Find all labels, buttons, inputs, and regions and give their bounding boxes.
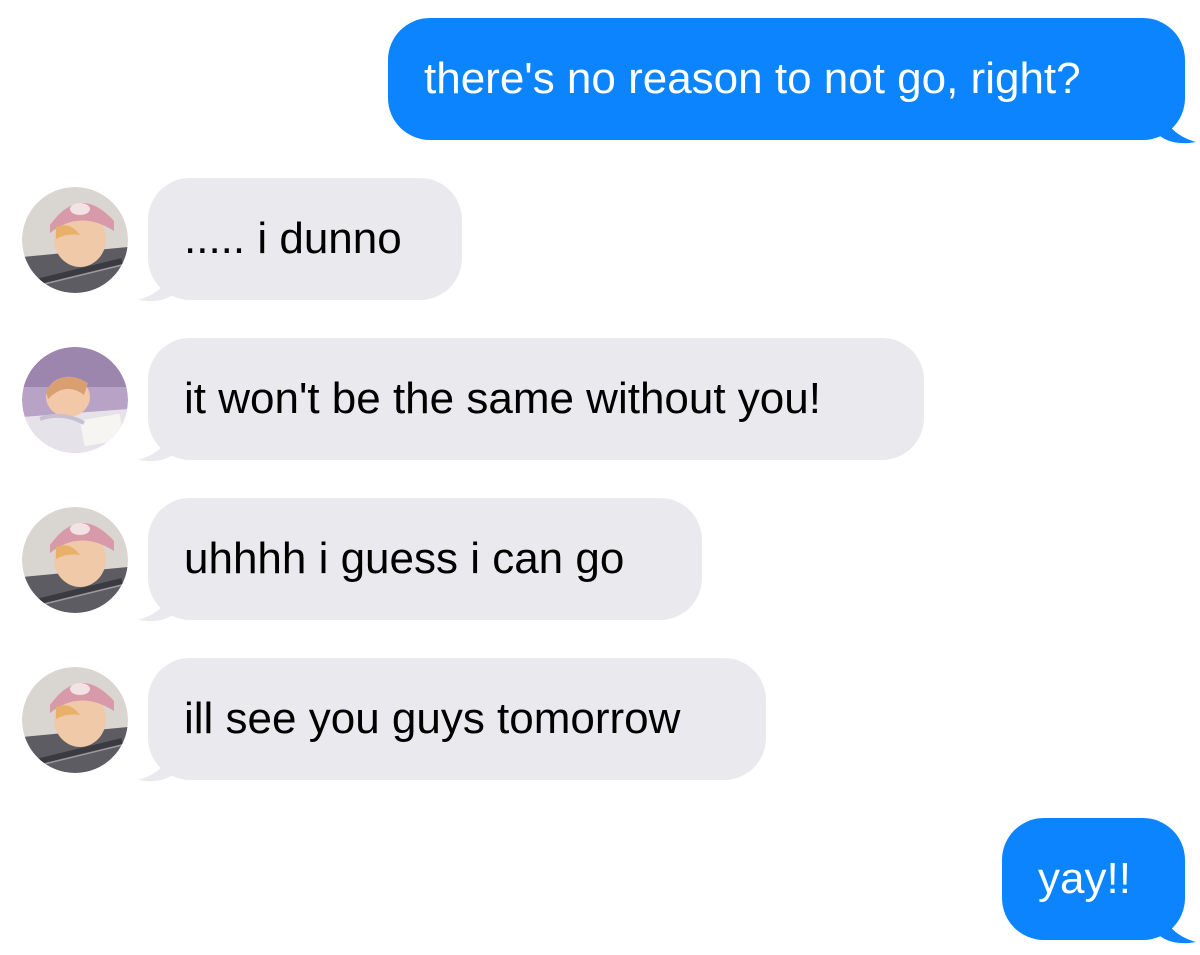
message-text: yay!! [1038, 854, 1131, 903]
bubble-tail-outgoing [1160, 900, 1196, 944]
message-text: uhhhh i guess i can go [184, 534, 625, 583]
message-bubble-outgoing[interactable]: there's no reason to not go, right? [388, 18, 1185, 140]
message-text: ill see you guys tomorrow [184, 694, 681, 743]
avatar-pink-cap-guitar[interactable] [22, 667, 128, 773]
avatar-pink-cap-guitar[interactable] [22, 507, 128, 613]
bubble-tail-incoming [138, 418, 174, 462]
message-text: ..... i dunno [184, 214, 402, 263]
avatar-pink-cap-guitar[interactable] [22, 187, 128, 293]
bubble-tail-outgoing [1160, 100, 1196, 144]
avatar-purple-room[interactable] [22, 347, 128, 453]
bubble-tail-incoming [138, 258, 174, 302]
bubble-tail-incoming [138, 738, 174, 782]
message-text: there's no reason to not go, right? [424, 54, 1081, 103]
message-bubble-incoming[interactable]: uhhhh i guess i can go [148, 498, 702, 620]
message-bubble-incoming[interactable]: ill see you guys tomorrow [148, 658, 766, 780]
message-bubble-incoming[interactable]: it won't be the same without you! [148, 338, 924, 460]
message-bubble-incoming[interactable]: ..... i dunno [148, 178, 462, 300]
message-bubble-outgoing[interactable]: yay!! [1002, 818, 1185, 940]
bubble-tail-incoming [138, 578, 174, 622]
message-thread: there's no reason to not go, right? ....… [0, 0, 1200, 955]
message-text: it won't be the same without you! [184, 374, 821, 423]
